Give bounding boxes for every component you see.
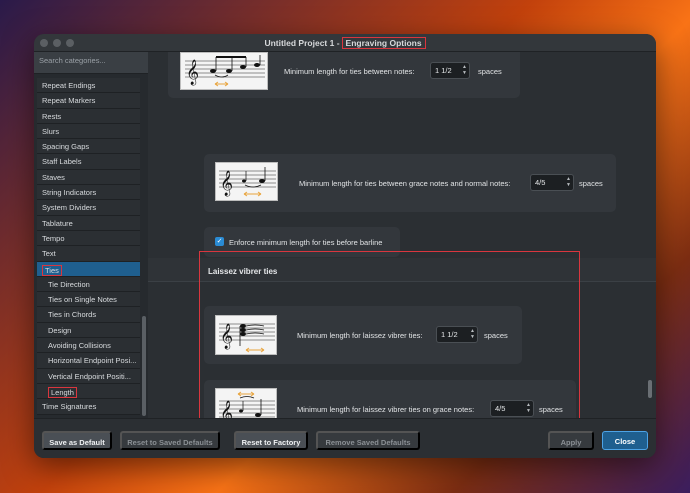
svg-text:𝄞: 𝄞 — [220, 170, 233, 196]
sidebar-item-text[interactable]: Text — [37, 246, 140, 262]
enforce-barline-checkbox[interactable]: ✓ — [215, 237, 224, 246]
stepper-arrows-icon[interactable]: ▲ ▼ — [566, 176, 571, 188]
reset-saved-defaults-button[interactable]: Reset to Saved Defaults — [120, 431, 220, 450]
sidebar-item-staff-labels[interactable]: Staff Labels — [37, 154, 140, 170]
sidebar-item-spacing-gaps[interactable]: Spacing Gaps — [37, 139, 140, 155]
sidebar-item-staves[interactable]: Staves — [37, 169, 140, 186]
search-categories-input[interactable]: Search categories... — [34, 52, 148, 74]
engraving-options-window: Untitled Project 1 - Engraving Options S… — [34, 34, 656, 458]
sidebar-item-rests[interactable]: Rests — [37, 108, 140, 124]
sidebar-item-vertical-endpoint[interactable]: Vertical Endpoint Positi... — [37, 368, 140, 384]
ties-grace-normal-spinbox[interactable]: 4/5 ▲ ▼ — [530, 174, 574, 191]
ties-between-notes-unit: spaces — [478, 67, 502, 76]
ties-grace-normal-label: Minimum length for ties between grace no… — [299, 179, 511, 188]
window-controls — [40, 39, 74, 47]
svg-text:𝄞: 𝄞 — [186, 59, 199, 85]
category-sidebar: Search categories... Repeat Endings Repe… — [34, 52, 148, 418]
ties-between-notes-label: Minimum length for ties between notes: — [284, 67, 415, 76]
sidebar-item-ties-label: Ties — [42, 264, 62, 276]
sidebar-item-ties-single-notes[interactable]: Ties on Single Notes — [37, 292, 140, 308]
window-title: Untitled Project 1 - Engraving Options — [264, 36, 426, 49]
sidebar-item-time-signatures[interactable]: Time Signatures — [37, 399, 140, 415]
minimize-window-icon[interactable] — [53, 39, 61, 47]
option-ties-between-notes: 𝄞 Minimum length for ties between notes:… — [168, 52, 520, 98]
close-window-icon[interactable] — [40, 39, 48, 47]
title-bar: Untitled Project 1 - Engraving Options — [34, 34, 656, 52]
sidebar-item-ties[interactable]: Ties — [37, 261, 140, 277]
zoom-window-icon[interactable] — [66, 39, 74, 47]
sidebar-item-slurs[interactable]: Slurs — [37, 123, 140, 140]
dialog-footer: Save as Default Reset to Saved Defaults … — [34, 418, 656, 458]
reset-to-factory-button[interactable]: Reset to Factory — [234, 431, 308, 450]
ties-between-notes-value: 1 1/2 — [435, 66, 452, 75]
ties-between-notes-spinbox[interactable]: 1 1/2 ▲ ▼ — [430, 62, 470, 79]
ties-grace-normal-example-image: 𝄞 — [215, 162, 278, 201]
sidebar-item-tablature[interactable]: Tablature — [37, 215, 140, 231]
sidebar-item-string-indicators[interactable]: String Indicators — [37, 185, 140, 201]
ties-grace-normal-value: 4/5 — [535, 178, 546, 187]
sidebar-item-system-dividers[interactable]: System Dividers — [37, 200, 140, 216]
apply-button[interactable]: Apply — [548, 431, 594, 450]
sidebar-item-horizontal-endpoint[interactable]: Horizontal Endpoint Posi... — [37, 353, 140, 369]
sidebar-item-avoiding-collisions[interactable]: Avoiding Collisions — [37, 338, 140, 354]
close-button[interactable]: Close — [602, 431, 648, 450]
save-as-default-button[interactable]: Save as Default — [42, 431, 112, 450]
options-content: 𝄞 Minimum length for ties between notes:… — [148, 52, 656, 418]
sidebar-item-length-label: Length — [48, 386, 77, 398]
laissez-vibrer-highlight-box — [199, 251, 580, 418]
sidebar-item-tempo[interactable]: Tempo — [37, 230, 140, 247]
window-title-prefix: Untitled Project 1 - — [264, 37, 340, 48]
sidebar-item-repeat-markers[interactable]: Repeat Markers — [37, 93, 140, 109]
ties-between-notes-example-image: 𝄞 — [180, 52, 268, 90]
option-ties-grace-normal: 𝄞 Minimum length for ties between grace … — [204, 154, 616, 212]
remove-saved-defaults-button[interactable]: Remove Saved Defaults — [316, 431, 420, 450]
stepper-arrows-icon[interactable]: ▲ ▼ — [462, 64, 467, 76]
content-vertical-scrollbar[interactable] — [648, 380, 652, 398]
sidebar-item-length[interactable]: Length — [37, 383, 140, 400]
sidebar-item-design[interactable]: Design — [37, 322, 140, 339]
sidebar-item-ties-in-chords[interactable]: Ties in Chords — [37, 307, 140, 323]
enforce-barline-label: Enforce minimum length for ties before b… — [229, 238, 383, 247]
sidebar-item-repeat-endings[interactable]: Repeat Endings — [37, 78, 140, 94]
sidebar-scrollbar[interactable] — [142, 316, 146, 416]
ties-grace-normal-unit: spaces — [579, 179, 603, 188]
window-title-highlight: Engraving Options — [341, 36, 426, 49]
sidebar-item-tie-direction[interactable]: Tie Direction — [37, 276, 140, 293]
category-list: Repeat Endings Repeat Markers Rests Slur… — [37, 78, 140, 415]
